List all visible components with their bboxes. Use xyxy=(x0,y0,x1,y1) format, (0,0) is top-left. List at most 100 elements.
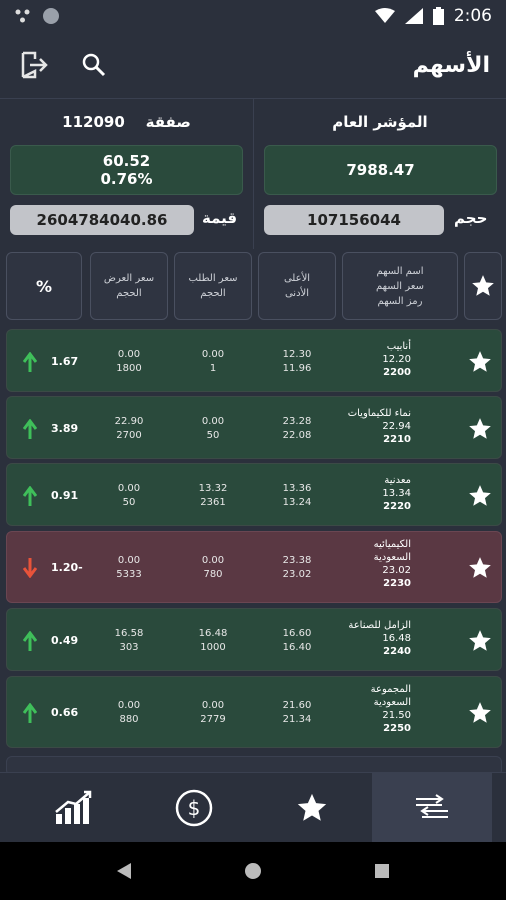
arrow-up-icon xyxy=(23,351,37,372)
notification-dots-icon xyxy=(15,9,30,23)
value-amount: 2604784040.86 xyxy=(10,205,194,235)
ask-price: 0.00 xyxy=(117,348,141,360)
system-navigation-bar xyxy=(0,842,506,900)
header-high: الأعلى xyxy=(283,273,311,284)
ask-volume: 50 xyxy=(122,496,136,508)
star-icon[interactable] xyxy=(467,349,493,375)
bid-volume: 2361 xyxy=(200,496,226,508)
stock-symbol: 2250 xyxy=(383,723,411,734)
home-icon[interactable] xyxy=(243,861,263,881)
bid-cell: 0.00 1 xyxy=(181,348,245,376)
change-pct: 0.49 xyxy=(51,633,79,647)
ask-volume: 5333 xyxy=(116,569,142,580)
list-item[interactable]: 1.20- 0.00 5333 0.00 780 23.38 23.02 الكيميائيه… xyxy=(6,531,502,603)
bid-cell: 16.48 1000 xyxy=(181,627,245,655)
deals-label: صفقة xyxy=(145,113,191,131)
bid-volume: 50 xyxy=(206,429,220,441)
stock-name-cell: أنابيب 12.20 2200 xyxy=(301,340,411,379)
back-icon[interactable] xyxy=(115,861,133,881)
header-name-line1: اسم السهم xyxy=(376,265,424,277)
bid-price: 0.00 xyxy=(201,555,225,566)
bid-price: 0.00 xyxy=(201,415,225,427)
stock-symbol: 2200 xyxy=(383,367,411,378)
ask-price: 16.58 xyxy=(114,627,144,639)
deals-value: 112090 xyxy=(62,113,125,131)
bid-cell: 0.00 780 xyxy=(181,554,245,582)
stock-price: 13.34 xyxy=(382,488,411,499)
change-value: 60.52 xyxy=(102,152,151,170)
change-box: 60.52 0.76% xyxy=(10,145,243,195)
change-pct: 3.89 xyxy=(51,421,79,435)
stock-name: الكيميائيه xyxy=(373,539,411,550)
header-pct[interactable]: % xyxy=(6,252,82,320)
deals-header: صفقة 112090 xyxy=(0,113,253,131)
ask-cell: 0.00 880 xyxy=(97,699,161,727)
search-button[interactable] xyxy=(76,47,112,83)
nav-stocks[interactable] xyxy=(372,773,492,843)
list-item[interactable]: 0.66 0.00 880 0.00 2779 21.60 21.34 المجموعة الس… xyxy=(6,676,502,748)
ask-price: 22.90 xyxy=(114,415,144,427)
header-bid-line2: الحجم xyxy=(200,288,226,299)
ask-cell: 0.00 1800 xyxy=(97,348,161,376)
logout-button[interactable] xyxy=(16,47,52,83)
stock-symbol: 2230 xyxy=(383,578,411,589)
list-item[interactable]: 1.67 0.00 1800 0.00 1 12.30 11.96 أنابيب 12.20 22… xyxy=(6,329,502,392)
status-circle-icon xyxy=(43,8,59,24)
status-bar: 2:06 xyxy=(0,0,506,32)
header-ask[interactable]: سعر العرض الحجم xyxy=(90,252,168,320)
bid-cell: 13.32 2361 xyxy=(181,482,245,510)
stock-name-cell: الزامل للصناعة 16.48 2240 xyxy=(301,619,411,658)
header-favorite[interactable] xyxy=(464,252,502,320)
stock-name: المجموعة xyxy=(370,684,411,695)
index-value: 7988.47 xyxy=(346,161,415,179)
star-icon[interactable] xyxy=(467,555,493,581)
chart-icon xyxy=(55,790,92,824)
stock-price: 23.02 xyxy=(382,565,411,576)
status-time: 2:06 xyxy=(453,6,492,26)
page-title: الأسهم xyxy=(412,52,490,78)
star-icon[interactable] xyxy=(467,416,493,442)
header-high-low[interactable]: الأعلى الأدنى xyxy=(258,252,336,320)
stock-price: 21.50 xyxy=(382,710,411,721)
stock-symbol: 2220 xyxy=(383,501,411,512)
ask-cell: 22.90 2700 xyxy=(97,415,161,443)
stock-name-line2: السعودية xyxy=(373,697,411,708)
list-item[interactable]: 0.49 16.58 303 16.48 1000 16.60 16.40 الزامل لل… xyxy=(6,608,502,671)
bid-price: 0.00 xyxy=(201,348,225,360)
bid-cell: 0.00 50 xyxy=(181,415,245,443)
header-bid[interactable]: سعر الطلب الحجم xyxy=(174,252,252,320)
search-icon xyxy=(82,53,106,77)
change-pct: 0.66 xyxy=(51,706,79,719)
market-summary: صفقة 112090 60.52 0.76% 2604784040.86 قي… xyxy=(0,98,506,249)
wifi-icon xyxy=(374,8,395,23)
ask-price: 0.00 xyxy=(117,482,141,494)
nav-favorites[interactable] xyxy=(252,773,372,843)
bid-cell: 0.00 2779 xyxy=(181,699,245,727)
star-icon[interactable] xyxy=(467,483,493,509)
header-bid-line1: سعر الطلب xyxy=(188,273,238,284)
list-item[interactable]: 0.91 0.00 50 13.32 2361 13.36 13.24 معدنية 13.34… xyxy=(6,463,502,526)
arrow-down-icon xyxy=(23,558,37,578)
stock-name: أنابيب xyxy=(386,341,411,352)
stock-name: الزامل للصناعة xyxy=(348,620,411,631)
star-icon[interactable] xyxy=(467,700,493,726)
svg-text:$: $ xyxy=(188,796,201,820)
stock-symbol: 2210 xyxy=(383,434,411,445)
header-name[interactable]: اسم السهم سعر السهم رمز السهم xyxy=(342,252,458,320)
nav-currency[interactable]: $ xyxy=(134,773,254,843)
change-pct: 1.67 xyxy=(51,354,79,368)
logout-icon xyxy=(21,51,48,79)
star-icon[interactable] xyxy=(467,628,493,654)
nav-market-chart[interactable] xyxy=(14,773,134,843)
app-bar: الأسهم xyxy=(0,32,506,98)
header-ask-line2: الحجم xyxy=(116,288,142,299)
header-name-line3: رمز السهم xyxy=(377,295,423,307)
list-item[interactable]: 3.89 22.90 2700 0.00 50 23.28 22.08 نماء للكيما… xyxy=(6,396,502,459)
arrow-up-icon xyxy=(23,418,37,439)
change-pct: 1.20- xyxy=(51,561,83,574)
ask-volume: 2700 xyxy=(116,429,142,441)
recents-icon[interactable] xyxy=(373,862,391,880)
stock-symbol: 2240 xyxy=(383,646,411,657)
bid-volume: 1 xyxy=(209,362,217,374)
header-ask-line1: سعر العرض xyxy=(103,273,155,284)
